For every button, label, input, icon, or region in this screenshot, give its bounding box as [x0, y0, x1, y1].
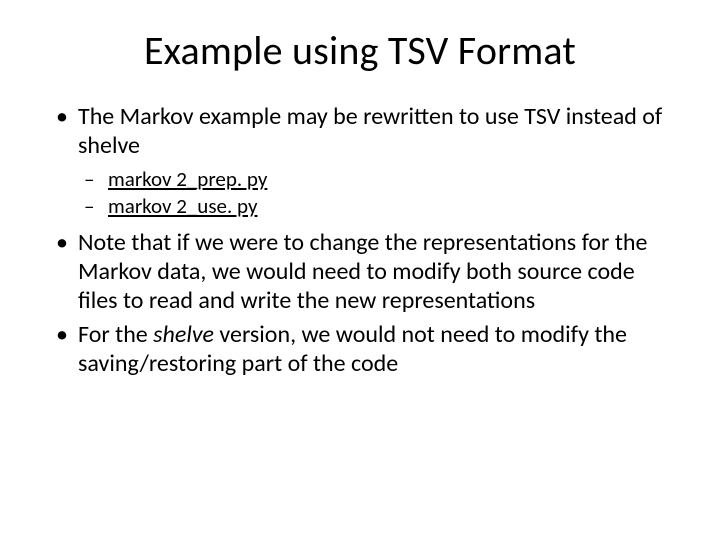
sub-bullet-2: markov 2_use. py — [78, 194, 670, 219]
bullet-list: The Markov example may be rewritten to u… — [50, 103, 670, 379]
sub-bullet-1: markov 2_prep. py — [78, 167, 670, 192]
slide-title: Example using TSV Format — [50, 26, 670, 75]
sub-list: markov 2_prep. py markov 2_use. py — [78, 167, 670, 219]
bullet-3: For the shelve version, we would not nee… — [50, 321, 670, 379]
bullet-2: Note that if we were to change the repre… — [50, 229, 670, 315]
link-use[interactable]: markov 2_use. py — [108, 193, 258, 219]
bullet-2-text: Note that if we were to change the repre… — [78, 228, 647, 315]
bullet-1-text: The Markov example may be rewritten to u… — [78, 102, 662, 160]
bullet-1: The Markov example may be rewritten to u… — [50, 103, 670, 219]
bullet-3-text-a: For the — [78, 320, 153, 349]
bullet-3-italic: shelve — [153, 320, 214, 349]
link-prep[interactable]: markov 2_prep. py — [108, 166, 267, 192]
slide: Example using TSV Format The Markov exam… — [0, 0, 720, 540]
